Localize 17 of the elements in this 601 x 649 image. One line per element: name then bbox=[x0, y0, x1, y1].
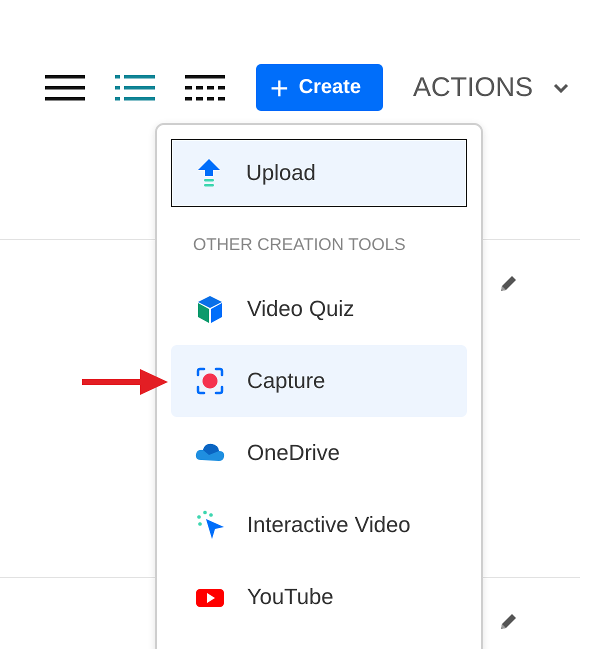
cube-icon bbox=[195, 294, 225, 324]
record-icon bbox=[195, 366, 225, 396]
actions-dropdown[interactable]: ACTIONS bbox=[413, 72, 570, 103]
menu-item[interactable]: Capture bbox=[171, 345, 467, 417]
menu-item[interactable]: Interactive Video bbox=[171, 489, 467, 561]
menu-item[interactable]: OneDrive bbox=[171, 417, 467, 489]
pencil-icon[interactable] bbox=[498, 612, 518, 632]
pencil-icon[interactable] bbox=[498, 274, 518, 294]
create-button[interactable]: + Create bbox=[256, 64, 383, 111]
menu-item[interactable]: YouTube bbox=[171, 561, 467, 633]
view-mode-button[interactable] bbox=[44, 72, 86, 102]
pointer-icon bbox=[195, 510, 225, 540]
section-heading: OTHER CREATION TOOLS bbox=[192, 234, 407, 256]
menu-item[interactable]: Upload bbox=[171, 139, 467, 207]
view-mode-button[interactable] bbox=[184, 72, 226, 102]
chevron-down-icon bbox=[553, 82, 570, 94]
menu-item[interactable]: Video Quiz bbox=[171, 273, 467, 345]
